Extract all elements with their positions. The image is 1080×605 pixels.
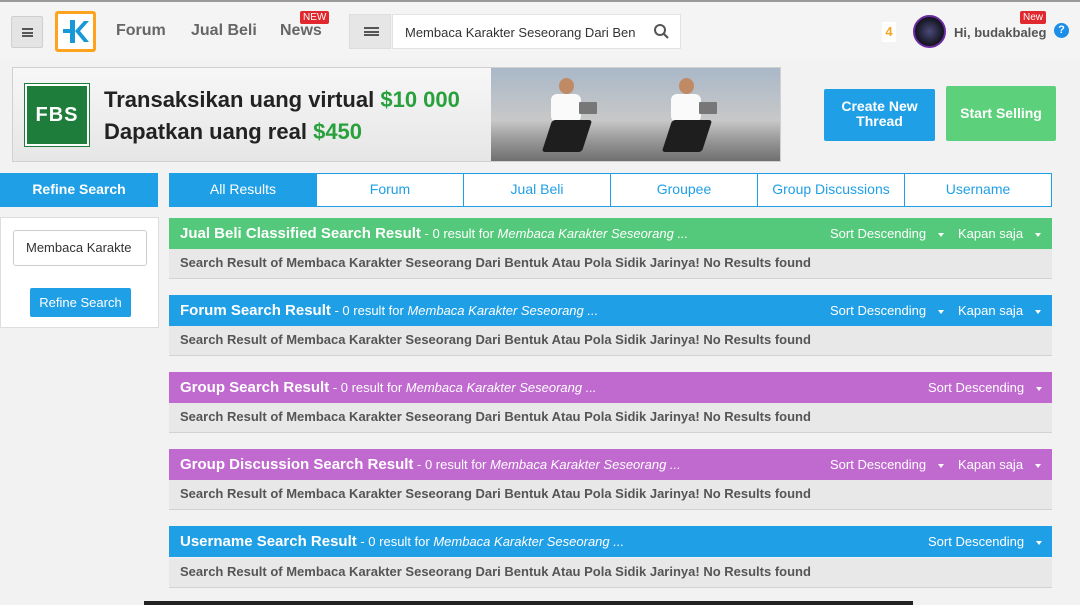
time-filter-dropdown[interactable]: Kapan saja	[958, 295, 1042, 326]
jual-beli-result-header: Jual Beli Classified Search Result - 0 r…	[169, 218, 1052, 249]
section-title: Group Search Result - 0 result for Memba…	[180, 379, 597, 396]
user-greeting[interactable]: Hi, budakbaleg	[954, 25, 1046, 40]
caret-down-icon	[1036, 540, 1043, 545]
no-results-message: Search Result of Membaca Karakter Seseor…	[169, 480, 1052, 510]
runner-figure-2	[661, 78, 717, 158]
banner-photo	[491, 68, 780, 161]
sort-dropdown[interactable]: Sort Descending	[928, 526, 1043, 557]
no-results-message: Search Result of Membaca Karakter Seseor…	[169, 558, 1052, 588]
start-selling-button[interactable]: Start Selling	[946, 86, 1056, 141]
group-discussion-result-header: Group Discussion Search Result - 0 resul…	[169, 449, 1052, 480]
help-icon[interactable]: ?	[1054, 23, 1069, 38]
refine-search-panel: Membaca Karakte Refine Search	[0, 217, 159, 328]
notification-count[interactable]: 4	[882, 22, 896, 42]
section-title: Username Search Result - 0 result for Me…	[180, 533, 625, 550]
main-menu-button[interactable]	[11, 16, 43, 48]
caret-down-icon	[1036, 386, 1043, 391]
nav-news[interactable]: News	[280, 22, 322, 40]
forum-result-header: Forum Search Result - 0 result for Memba…	[169, 295, 1052, 326]
sort-dropdown[interactable]: Sort Descending	[830, 449, 945, 480]
search-icon[interactable]	[653, 23, 670, 40]
k-logo-icon	[63, 20, 89, 43]
tab-groupee[interactable]: Groupee	[611, 174, 758, 206]
list-menu-icon	[364, 27, 379, 36]
caret-down-icon	[1035, 232, 1042, 237]
bottom-divider	[144, 601, 913, 605]
group-result-header: Group Search Result - 0 result for Memba…	[169, 372, 1052, 403]
kaskus-logo[interactable]	[55, 11, 96, 52]
runner-figure-1	[541, 78, 597, 158]
avatar[interactable]	[913, 15, 946, 48]
section-title: Forum Search Result - 0 result for Memba…	[180, 302, 599, 319]
caret-down-icon	[1035, 463, 1042, 468]
nav-forum[interactable]: Forum	[116, 22, 166, 40]
category-menu-button[interactable]	[349, 14, 391, 49]
caret-down-icon	[938, 463, 945, 468]
top-navbar: Forum Jual Beli News NEW Membaca Karakte…	[0, 0, 1080, 60]
banner-line-1: Transaksikan uang virtual $10 000	[104, 87, 460, 112]
refine-search-button[interactable]: Refine Search	[30, 288, 131, 317]
tab-username[interactable]: Username	[905, 174, 1051, 206]
result-tabs: All Results Forum Jual Beli Groupee Grou…	[169, 173, 1052, 207]
no-results-message: Search Result of Membaca Karakter Seseor…	[169, 403, 1052, 433]
tab-all-results[interactable]: All Results	[170, 174, 317, 206]
username-result-header: Username Search Result - 0 result for Me…	[169, 526, 1052, 557]
sort-dropdown[interactable]: Sort Descending	[830, 218, 945, 249]
no-results-message: Search Result of Membaca Karakter Seseor…	[169, 326, 1052, 356]
sort-dropdown[interactable]: Sort Descending	[830, 295, 945, 326]
tab-forum[interactable]: Forum	[317, 174, 464, 206]
time-filter-dropdown[interactable]: Kapan saja	[958, 218, 1042, 249]
ad-banner[interactable]: FBS Transaksikan uang virtual $10 000 Da…	[12, 67, 781, 162]
section-title: Jual Beli Classified Search Result - 0 r…	[180, 225, 689, 242]
refine-search-header: Refine Search	[0, 173, 158, 207]
search-input[interactable]: Membaca Karakter Seseorang Dari Ben	[392, 14, 681, 49]
no-results-message: Search Result of Membaca Karakter Seseor…	[169, 249, 1052, 279]
banner-line-2: Dapatkan uang real $450	[104, 119, 363, 144]
caret-down-icon	[1035, 309, 1042, 314]
user-new-badge: New	[1020, 11, 1047, 24]
section-title: Group Discussion Search Result - 0 resul…	[180, 456, 681, 473]
create-thread-button[interactable]: Create New Thread	[824, 89, 935, 141]
news-new-badge: NEW	[300, 11, 330, 24]
hamburger-icon	[22, 28, 33, 37]
sort-dropdown[interactable]: Sort Descending	[928, 372, 1043, 403]
refine-search-input[interactable]: Membaca Karakte	[13, 230, 147, 266]
tab-jual-beli[interactable]: Jual Beli	[464, 174, 611, 206]
tab-group-discussions[interactable]: Group Discussions	[758, 174, 905, 206]
caret-down-icon	[938, 232, 945, 237]
fbs-logo: FBS	[24, 83, 90, 147]
search-input-value: Membaca Karakter Seseorang Dari Ben	[405, 25, 635, 40]
nav-jual-beli[interactable]: Jual Beli	[191, 22, 257, 40]
caret-down-icon	[938, 309, 945, 314]
time-filter-dropdown[interactable]: Kapan saja	[958, 449, 1042, 480]
